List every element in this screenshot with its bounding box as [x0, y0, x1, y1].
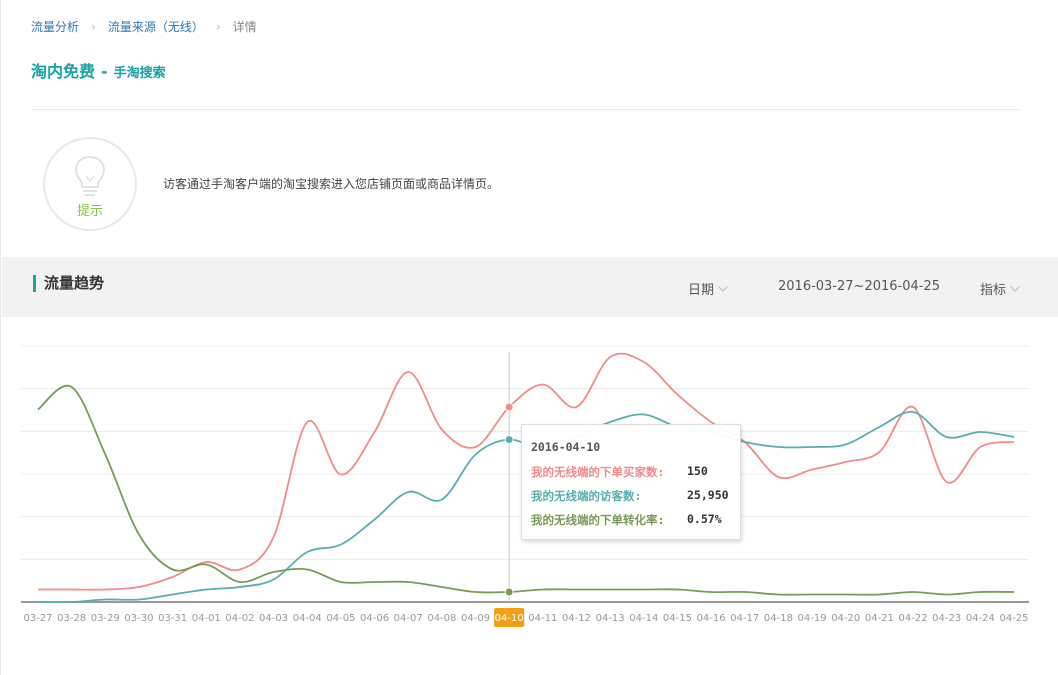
tip-description: 访客通过手淘客户端的淘宝搜索进入您店铺页面或商品详情页。	[163, 177, 500, 191]
data-point-highlight	[504, 587, 514, 597]
x-tick-label: 03-27	[23, 613, 52, 624]
x-tick-label: 04-11	[528, 613, 557, 624]
chart-tooltip: 2016-04-10 我的无线端的下单买家数: 150 我的无线端的访客数: 2…	[521, 424, 741, 540]
tip-label: 提示	[76, 203, 103, 219]
chevron-down-icon	[1010, 285, 1020, 292]
lightbulb-icon	[74, 155, 106, 196]
x-tick-label: 03-30	[124, 613, 153, 624]
tooltip-label: 我的无线端的下单买家数:	[531, 465, 665, 479]
x-tick-label: 04-19	[798, 613, 827, 624]
tip-badge: 提示	[43, 137, 137, 231]
x-tick-label: 04-18	[764, 613, 793, 624]
chevron-right-icon: ›	[215, 19, 221, 34]
x-tick-label: 03-29	[91, 613, 120, 624]
page-title-main: 淘内免费	[31, 62, 96, 81]
x-tick-label: 04-07	[394, 613, 423, 624]
x-tick-label: 04-20	[831, 613, 860, 624]
chevron-down-icon	[718, 285, 728, 292]
tooltip-date: 2016-04-10	[531, 440, 601, 454]
breadcrumb-item-traffic-source[interactable]: 流量来源（无线）	[108, 18, 204, 35]
date-dropdown-label: 日期	[688, 283, 715, 298]
x-tick-label: 04-16	[697, 613, 726, 624]
divider	[31, 109, 1020, 110]
tooltip-row-visitors: 我的无线端的访客数: 25,950	[531, 488, 729, 504]
x-tick-label: 04-10	[495, 613, 524, 624]
x-tick-label: 04-03	[259, 613, 288, 624]
page-title: 淘内免费 - 手淘搜索	[31, 58, 166, 82]
x-tick-label: 04-24	[966, 613, 995, 624]
trend-title: 流量趋势	[33, 275, 104, 292]
breadcrumb-item-detail: 详情	[232, 20, 257, 34]
data-point-highlight	[504, 435, 514, 444]
breadcrumb: 流量分析 › 流量来源（无线） › 详情	[31, 18, 257, 35]
x-tick-label: 04-08	[427, 613, 456, 624]
tooltip-label: 我的无线端的访客数:	[531, 489, 642, 503]
x-tick-label: 04-15	[663, 613, 692, 624]
tooltip-row-buyers: 我的无线端的下单买家数: 150	[531, 464, 708, 480]
trend-header: 流量趋势 日期 2016-03-27~2016-04-25 指标	[2, 257, 1058, 317]
page-title-sub: 手淘搜索	[113, 66, 166, 81]
data-point-highlight	[504, 402, 514, 412]
x-tick-label: 03-31	[158, 613, 187, 624]
breadcrumb-item-traffic-analysis[interactable]: 流量分析	[31, 18, 79, 35]
x-tick-label: 04-17	[730, 613, 759, 624]
date-dropdown[interactable]: 日期	[688, 279, 728, 298]
x-tick-label: 04-14	[629, 613, 658, 624]
x-tick-label: 04-22	[899, 613, 928, 624]
x-tick-label: 04-01	[192, 613, 221, 624]
chevron-right-icon: ›	[91, 19, 96, 34]
tooltip-row-conversion: 我的无线端的下单转化率: 0.57%	[531, 512, 722, 528]
tooltip-value: 25,950	[687, 488, 729, 502]
tooltip-value: 0.57%	[687, 512, 722, 526]
x-tick-label: 04-09	[461, 613, 490, 624]
x-tick-label: 04-21	[865, 613, 894, 624]
page-frame: 流量分析 › 流量来源（无线） › 详情 淘内免费 - 手淘搜索 提示 访客通过…	[0, 0, 1058, 675]
x-tick-label: 04-13	[596, 613, 625, 624]
tooltip-value: 150	[687, 464, 708, 478]
tooltip-label: 我的无线端的下单转化率:	[531, 513, 665, 527]
x-tick-label: 04-05	[326, 613, 355, 624]
metric-dropdown[interactable]: 指标	[980, 279, 1020, 298]
page-title-dash: -	[101, 62, 108, 81]
x-tick-label: 04-04	[293, 613, 322, 624]
x-tick-label: 04-12	[562, 613, 591, 624]
x-tick-label: 04-25	[999, 613, 1028, 624]
metric-dropdown-label: 指标	[980, 283, 1007, 298]
x-tick-label: 04-02	[225, 613, 254, 624]
date-range[interactable]: 2016-03-27~2016-04-25	[778, 279, 940, 294]
x-tick-label: 04-06	[360, 613, 389, 624]
x-tick-label: 03-28	[57, 613, 86, 624]
x-tick-label: 04-23	[932, 613, 961, 624]
